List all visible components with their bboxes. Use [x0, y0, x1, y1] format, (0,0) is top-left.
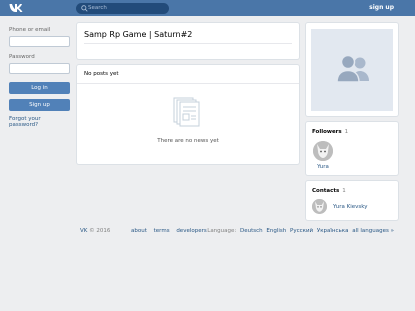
- language-label: Language:: [207, 228, 237, 234]
- followers-count: 1: [344, 129, 349, 135]
- login-button[interactable]: Log in: [9, 82, 70, 94]
- footer-link-developers[interactable]: developers: [176, 228, 206, 234]
- wall-empty-text: There are no news yet: [157, 138, 219, 144]
- contacts-card: Contacts 1 Yura Kievsky: [306, 181, 398, 220]
- wall-card: No posts yet There are no news yet: [77, 65, 299, 164]
- footer-brand-link[interactable]: VK: [80, 228, 87, 234]
- copyright-text: © 2016: [89, 228, 111, 234]
- divider: [77, 83, 299, 84]
- avatar-card: [306, 23, 398, 116]
- signup-link[interactable]: sign up: [369, 4, 394, 11]
- page-header-card: Samp Rp Game | Saturn#2: [77, 23, 299, 59]
- language-english[interactable]: English: [266, 228, 286, 234]
- wall-header: No posts yet: [84, 71, 119, 77]
- news-empty-icon: [173, 97, 200, 127]
- contacts-header[interactable]: Contacts 1: [312, 188, 346, 194]
- contacts-count: 1: [342, 188, 346, 194]
- contact-name[interactable]: Yura Kievsky: [333, 204, 367, 210]
- language-selector: Language: Deutsch English Русский Україн…: [207, 228, 394, 234]
- search-input[interactable]: Search: [76, 3, 169, 14]
- language-deutsch[interactable]: Deutsch: [240, 228, 263, 234]
- login-panel: Phone or email Password Log in Sign up F…: [9, 27, 71, 128]
- contacts-title: Contacts: [312, 188, 340, 194]
- language-russian[interactable]: Русский: [290, 228, 313, 234]
- avatar[interactable]: [312, 199, 327, 214]
- followers-card: Followers 1 Yura: [306, 122, 398, 175]
- search-icon: [81, 5, 88, 12]
- wolf-avatar-icon: [312, 199, 327, 214]
- signup-button[interactable]: Sign up: [9, 99, 70, 111]
- language-ukrainian[interactable]: Українська: [317, 228, 349, 234]
- footer-link-about[interactable]: about: [131, 228, 147, 234]
- phone-label: Phone or email: [9, 27, 51, 33]
- group-avatar-icon: [336, 54, 369, 83]
- language-all[interactable]: all languages »: [352, 228, 394, 234]
- phone-field[interactable]: [9, 36, 70, 47]
- vk-logo-icon[interactable]: [9, 3, 23, 13]
- avatar[interactable]: [313, 141, 333, 161]
- footer-link-terms[interactable]: terms: [154, 228, 170, 234]
- search-placeholder: Search: [88, 5, 107, 11]
- followers-header[interactable]: Followers 1: [312, 129, 348, 135]
- page-title: Samp Rp Game | Saturn#2: [84, 30, 193, 39]
- community-avatar[interactable]: [311, 29, 393, 111]
- footer-copyright: VK © 2016: [80, 228, 110, 234]
- top-bar: Search sign up: [0, 0, 415, 16]
- password-field[interactable]: [9, 63, 70, 74]
- password-label: Password: [9, 54, 35, 60]
- forgot-password-link[interactable]: Forgot your password?: [9, 116, 71, 128]
- followers-title: Followers: [312, 129, 342, 135]
- wolf-avatar-icon: [313, 141, 333, 161]
- follower-name[interactable]: Yura: [312, 164, 334, 170]
- footer-links: about terms developers: [131, 228, 212, 234]
- divider: [84, 43, 292, 44]
